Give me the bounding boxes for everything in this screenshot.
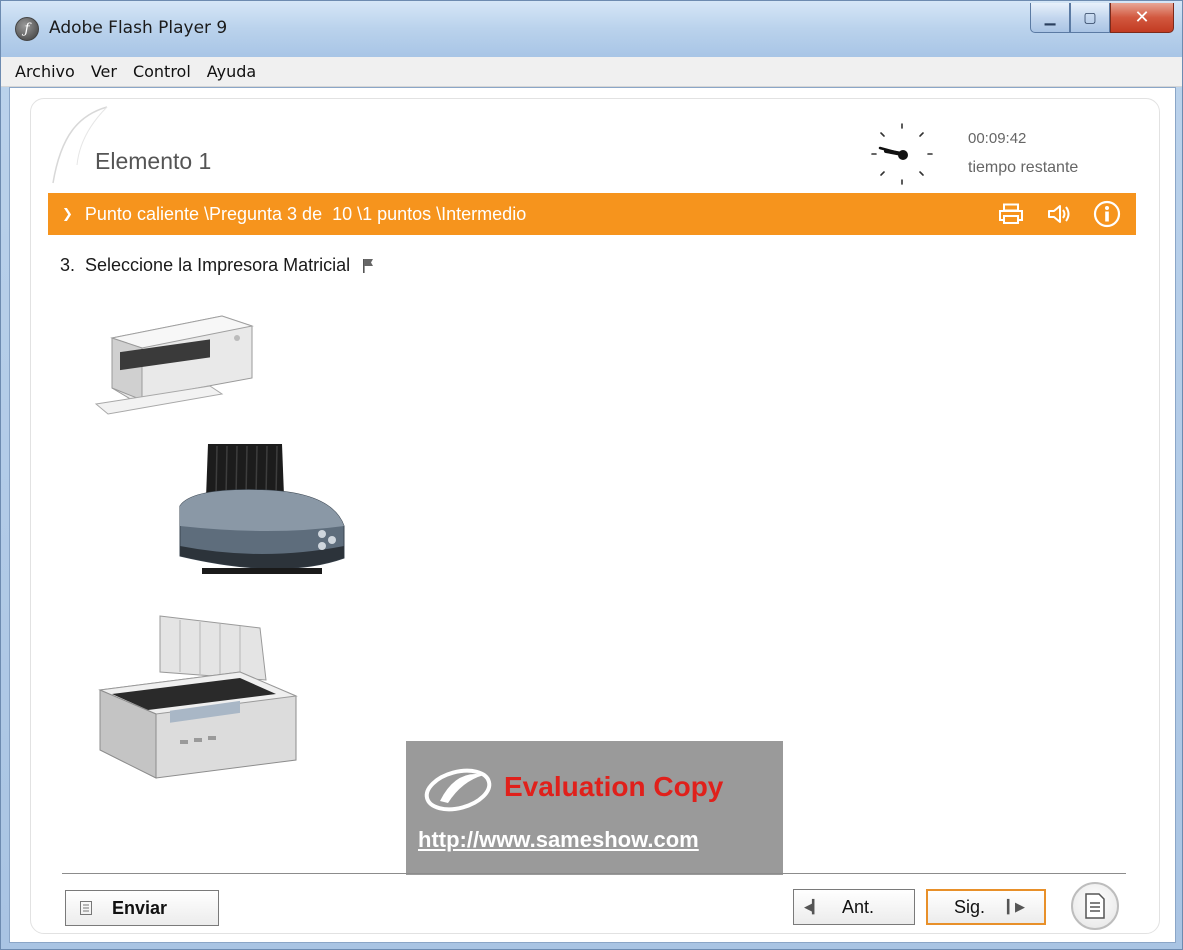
inkjet-printer-image bbox=[179, 444, 345, 574]
minimize-button[interactable]: ▁ bbox=[1030, 3, 1070, 33]
flag-icon[interactable] bbox=[362, 258, 374, 274]
list-icon bbox=[80, 901, 92, 915]
maximize-button[interactable]: ▢ bbox=[1070, 3, 1110, 33]
laser-printer-image bbox=[94, 315, 254, 415]
next-button-label: Sig. bbox=[954, 896, 986, 917]
close-button[interactable]: ✕ bbox=[1110, 3, 1174, 33]
question-info-text: Punto caliente \Pregunta 3 de 10 \1 punt… bbox=[84, 203, 527, 224]
question-info-bar: ❯ Punto caliente \Pregunta 3 de 10 \1 pu… bbox=[48, 193, 1136, 235]
speaker-icon[interactable] bbox=[1044, 199, 1074, 229]
window-controls: ▁ ▢ ✕ bbox=[1030, 3, 1174, 33]
watermark-title: Evaluation Copy bbox=[504, 771, 724, 802]
chevron-right-icon: ❯ bbox=[62, 206, 73, 221]
menu-archivo[interactable]: Archivo bbox=[7, 62, 83, 81]
printer-icon[interactable] bbox=[996, 199, 1026, 229]
previous-arrow-icon: ◀▎ bbox=[804, 899, 822, 914]
info-icon[interactable] bbox=[1092, 199, 1122, 229]
page-title: Elemento 1 bbox=[95, 148, 212, 174]
document-icon bbox=[1085, 893, 1105, 919]
menu-ayuda[interactable]: Ayuda bbox=[199, 62, 264, 81]
submit-button-label: Enviar bbox=[112, 897, 168, 918]
next-button[interactable]: Sig. ▎▶ bbox=[926, 889, 1046, 925]
window-title: Adobe Flash Player 9 bbox=[49, 18, 228, 38]
submit-button[interactable]: Enviar bbox=[65, 890, 219, 926]
footer-divider bbox=[62, 873, 1126, 874]
clock-icon bbox=[871, 123, 933, 185]
menu-ver[interactable]: Ver bbox=[83, 62, 125, 81]
bar-icon-group bbox=[996, 199, 1122, 229]
timer-label: tiempo restante bbox=[968, 159, 1079, 176]
previous-button-label: Ant. bbox=[842, 896, 875, 917]
review-document-button[interactable] bbox=[1071, 882, 1119, 930]
menu-control[interactable]: Control bbox=[125, 62, 199, 81]
next-arrow-icon: ▎▶ bbox=[1007, 899, 1025, 914]
dot-matrix-printer-image bbox=[98, 615, 298, 779]
previous-button[interactable]: ◀▎ Ant. bbox=[793, 889, 915, 925]
timer-value: 00:09:42 bbox=[968, 130, 1027, 147]
watermark-url: http://www.sameshow.com bbox=[418, 827, 699, 852]
sameshow-logo-icon bbox=[424, 768, 492, 812]
printers-hotspot-image[interactable] bbox=[76, 300, 360, 782]
flash-app-icon: ƒ bbox=[15, 17, 39, 41]
evaluation-watermark: Evaluation Copy http://www.sameshow.com bbox=[406, 741, 783, 875]
menu-bar: Archivo Ver Control Ayuda bbox=[1, 57, 1182, 87]
title-bar[interactable]: ƒ Adobe Flash Player 9 ▁ ▢ ✕ bbox=[1, 1, 1182, 57]
question-prompt: 3. Seleccione la Impresora Matricial bbox=[60, 255, 374, 276]
question-number: 3. bbox=[60, 255, 76, 275]
question-text: Seleccione la Impresora Matricial bbox=[85, 255, 351, 275]
